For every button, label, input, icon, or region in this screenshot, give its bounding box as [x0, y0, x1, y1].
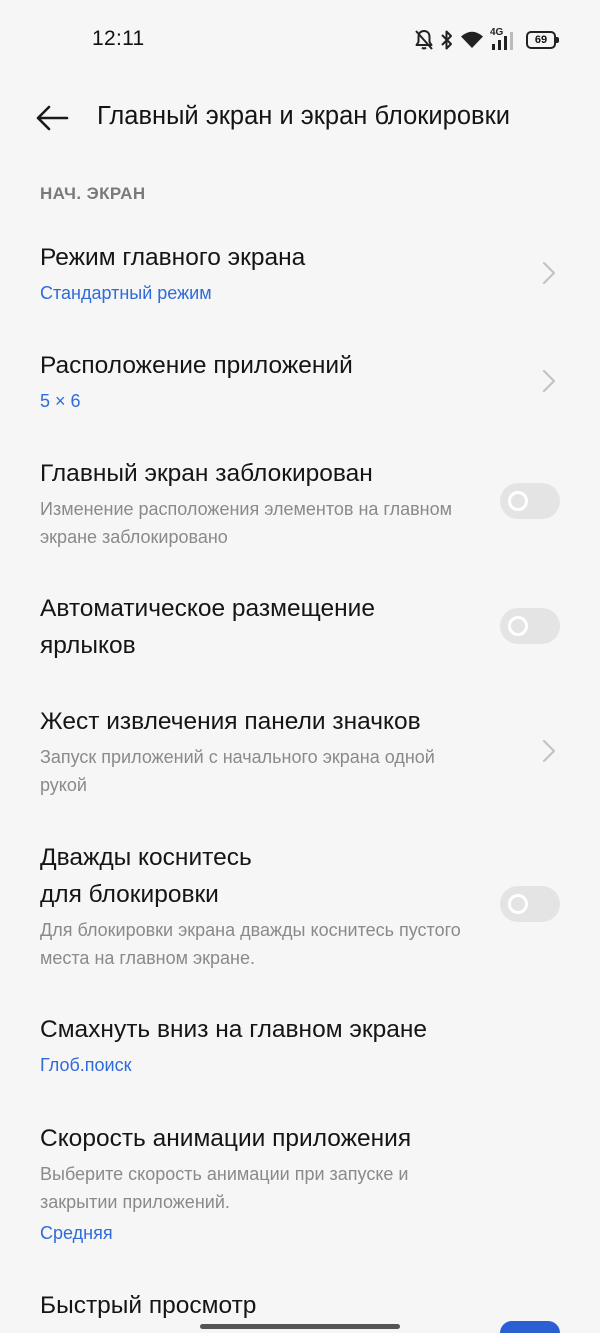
chevron-right-icon — [542, 739, 556, 763]
setting-home-screen-locked: Главный экран заблокирован Изменение рас… — [40, 455, 560, 551]
setting-value: Глоб.поиск — [40, 1055, 132, 1075]
chevron-right-icon — [542, 261, 556, 285]
home-screen-locked-toggle[interactable] — [500, 483, 560, 519]
setting-description: Запуск приложений с начального экрана од… — [40, 747, 435, 795]
setting-icon-panel-gesture[interactable]: Жест извлечения панели значков Запуск пр… — [40, 703, 560, 799]
auto-place-shortcuts-toggle[interactable] — [500, 608, 560, 644]
setting-description: Для блокировки экрана дважды коснитесь п… — [40, 920, 461, 968]
signal-icon — [492, 32, 513, 50]
setting-animation-speed[interactable]: Скорость анимации приложения Выберите ск… — [40, 1120, 560, 1247]
setting-title: Жест извлечения панели значков — [40, 708, 421, 735]
arrow-left-icon — [36, 105, 69, 131]
quick-preview-toggle[interactable] — [500, 1321, 560, 1333]
setting-title: Быстрый просмотр — [40, 1292, 257, 1319]
setting-title: Режим главного экрана — [40, 244, 306, 271]
chevron-right-icon — [542, 369, 556, 393]
setting-title: Скорость анимации приложения — [40, 1125, 412, 1152]
setting-title: Главный экран заблокирован — [40, 460, 373, 487]
setting-app-layout[interactable]: Расположение приложений 5 × 6 — [40, 347, 560, 415]
home-indicator[interactable] — [200, 1324, 400, 1329]
setting-value: Средняя — [40, 1223, 113, 1243]
app-header: Главный экран и экран блокировки — [0, 88, 600, 148]
setting-title: Расположение приложений — [40, 352, 353, 379]
signal-indicator: 4G — [490, 27, 516, 52]
setting-quick-preview: Быстрый просмотр — [40, 1287, 560, 1333]
wifi-icon — [461, 31, 483, 48]
toggle-knob — [508, 616, 528, 636]
status-time: 12:11 — [92, 27, 145, 50]
section-header: НАЧ. ЭКРАН — [40, 184, 146, 203]
back-button[interactable] — [34, 102, 70, 134]
setting-description: Выберите скорость анимации при запуске и… — [40, 1164, 409, 1212]
setting-value: Стандартный режим — [40, 283, 212, 303]
status-icons: 4G 69 — [414, 26, 559, 54]
page-title: Главный экран и экран блокировки — [97, 102, 510, 130]
toggle-knob — [508, 894, 528, 914]
setting-value: 5 × 6 — [40, 391, 81, 411]
status-bar: 12:11 4G 69 — [0, 0, 600, 80]
double-tap-lock-toggle[interactable] — [500, 886, 560, 922]
setting-title: Автоматическое размещение ярлыков — [40, 595, 375, 659]
setting-description: Изменение расположения элементов на глав… — [40, 499, 452, 547]
toggle-knob — [508, 491, 528, 511]
setting-title: Дважды коснитесь для блокировки — [40, 844, 252, 908]
setting-swipe-down[interactable]: Смахнуть вниз на главном экране Глоб.пои… — [40, 1011, 560, 1079]
battery-icon: 69 — [526, 31, 559, 49]
setting-auto-place-shortcuts: Автоматическое размещение ярлыков — [40, 590, 560, 664]
setting-title: Смахнуть вниз на главном экране — [40, 1016, 427, 1043]
bluetooth-icon — [441, 30, 452, 50]
setting-home-screen-mode[interactable]: Режим главного экрана Стандартный режим — [40, 239, 560, 307]
setting-double-tap-lock: Дважды коснитесь для блокировки Для блок… — [40, 839, 560, 972]
bell-off-icon — [415, 30, 433, 50]
